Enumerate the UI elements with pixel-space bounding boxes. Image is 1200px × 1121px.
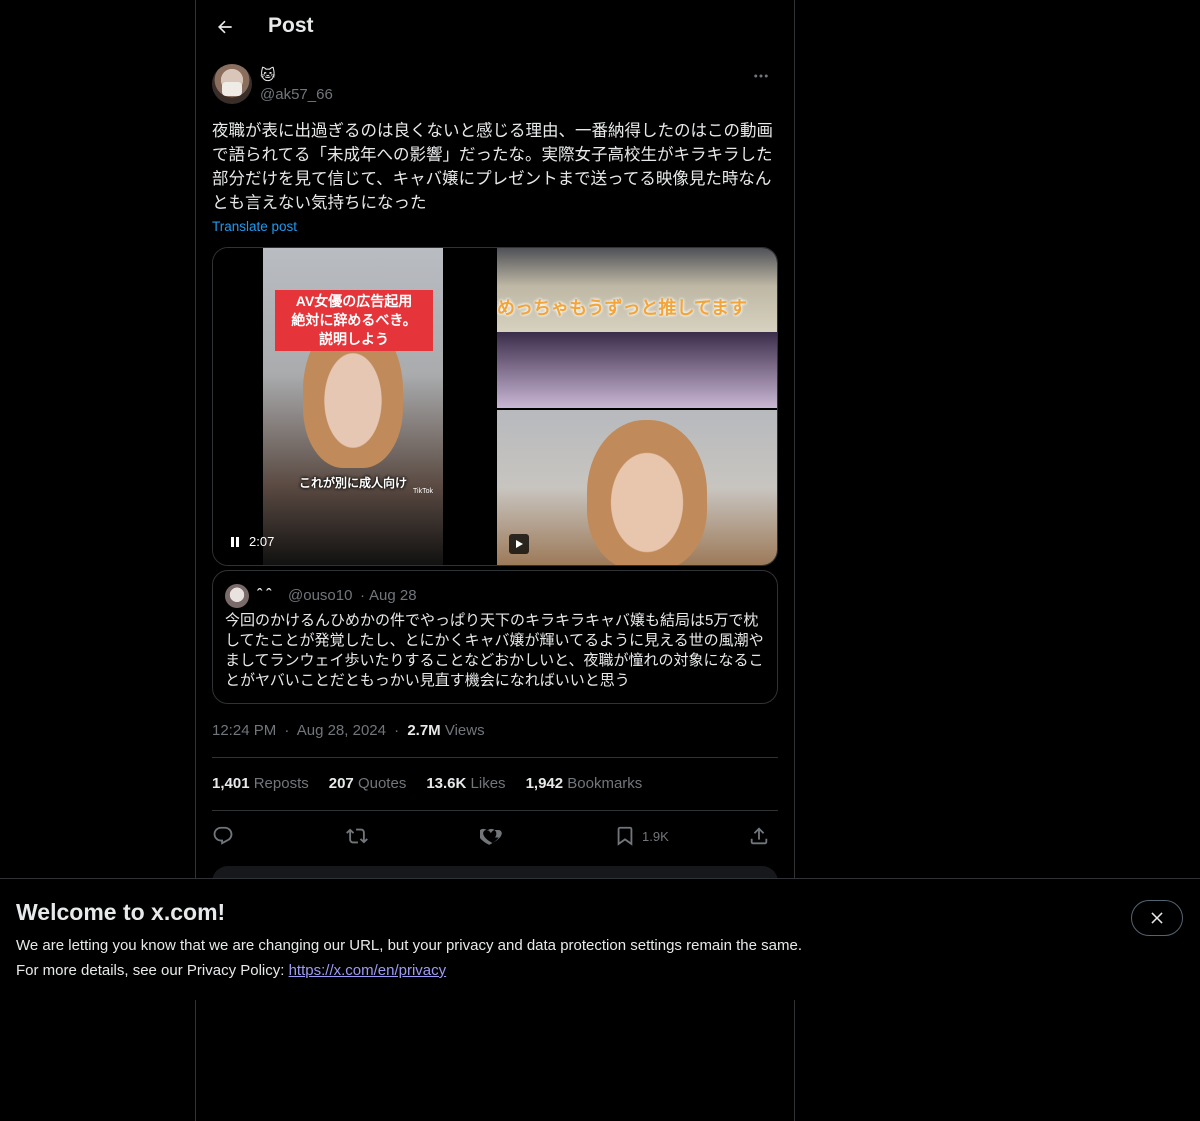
video-duration: 2:07 <box>249 534 275 549</box>
play-button[interactable] <box>509 534 529 554</box>
views-label: Views <box>444 722 485 739</box>
banner-privacy-prefix: For more details, see our Privacy Policy… <box>16 962 289 979</box>
reposts-stat[interactable]: 1,401 Reposts <box>212 775 309 792</box>
action-bar: 1.9K <box>212 822 778 850</box>
avatar[interactable] <box>212 64 252 104</box>
video-right[interactable]: めっちゃもうずっと推してます <box>497 248 777 565</box>
share-icon <box>750 827 768 845</box>
close-icon <box>1151 912 1163 924</box>
like-icon <box>480 828 502 845</box>
quoted-date: Aug 28 <box>369 587 417 604</box>
quoted-separator: · <box>360 587 365 604</box>
reply-button[interactable] <box>212 822 234 850</box>
back-arrow-icon <box>218 20 232 34</box>
quoted-text: 今回のかけるんひめかの件でやっぱり天下のキラキラキャバ嬢も結局は5万で枕してたこ… <box>225 612 764 689</box>
banner-message: We are letting you know that we are chan… <box>16 937 802 954</box>
pause-icon[interactable] <box>229 536 241 548</box>
quotes-stat[interactable]: 207 Quotes <box>329 775 407 792</box>
meta-separator: · <box>284 722 290 739</box>
translate-post-link[interactable]: Translate post <box>212 219 297 234</box>
welcome-banner: Welcome to x.com! We are letting you kno… <box>0 878 1200 1000</box>
back-button[interactable] <box>210 12 240 42</box>
author-handle[interactable]: @ak57_66 <box>260 86 333 103</box>
author-display-name[interactable]: 🐱 <box>260 66 276 84</box>
video-controls[interactable]: 2:07 <box>229 534 274 549</box>
post-time[interactable]: 12:24 PM <box>212 722 276 739</box>
post-text: 夜職が表に出過ぎるのは良くないと感じる理由、一番納得したのはこの動画で語られてる… <box>212 122 773 212</box>
top-bar: Post <box>196 0 794 53</box>
bookmark-button[interactable]: 1.9K <box>614 822 669 850</box>
quoted-display-name: ˆ ˆ <box>257 586 272 603</box>
video-left[interactable]: AV女優の広告起用 絶対に辞めるべき。 説明しよう これが別に成人向け TikT… <box>213 248 495 565</box>
bookmark-count: 1.9K <box>642 828 669 844</box>
likes-stat[interactable]: 13.6K Likes <box>426 775 505 792</box>
post-author: 🐱 @ak57_66 <box>212 64 778 108</box>
banner-title: Welcome to x.com! <box>16 899 226 925</box>
clip-banner-text: めっちゃもうずっと推してます <box>497 298 748 318</box>
clip-bottom <box>497 410 777 565</box>
quoted-post[interactable]: ˆ ˆ @ouso10 · Aug 28 今回のかけるんひめかの件でやっぱり天下… <box>212 570 778 704</box>
meta-separator: · <box>394 722 400 739</box>
post-stats: 1,401 Reposts 207 Quotes 13.6K Likes 1,9… <box>212 775 642 792</box>
video-frame: AV女優の広告起用 絶対に辞めるべき。 説明しよう これが別に成人向け TikT… <box>263 248 443 565</box>
reply-icon <box>213 826 233 845</box>
page-title: Post <box>268 14 314 37</box>
bookmarks-stat: 1,942 Bookmarks <box>525 775 643 792</box>
privacy-policy-link[interactable]: https://x.com/en/privacy <box>289 962 447 979</box>
quoted-handle: @ouso10 <box>288 587 353 604</box>
repost-button[interactable] <box>346 822 368 850</box>
views-count: 2.7M <box>407 722 441 739</box>
post-media[interactable]: AV女優の広告起用 絶対に辞めるべき。 説明しよう これが別に成人向け TikT… <box>212 247 778 566</box>
play-icon <box>516 540 523 548</box>
repost-icon <box>346 828 368 844</box>
banner-privacy-line: For more details, see our Privacy Policy… <box>16 962 446 979</box>
quoted-avatar[interactable] <box>225 584 249 608</box>
divider <box>212 757 778 758</box>
bookmark-icon <box>617 826 633 846</box>
like-button[interactable] <box>480 822 502 850</box>
person-face-closeup <box>587 420 707 565</box>
more-button[interactable] <box>744 64 778 88</box>
share-button[interactable] <box>748 822 770 850</box>
post-meta: 12:24 PM · Aug 28, 2024 · 2.7M Views <box>212 722 485 739</box>
post-date[interactable]: Aug 28, 2024 <box>297 722 386 739</box>
close-banner-button[interactable] <box>1131 900 1183 936</box>
video-caption: AV女優の広告起用 絶対に辞めるべき。 説明しよう <box>275 290 433 351</box>
divider <box>212 810 778 811</box>
clip-middle <box>497 332 777 408</box>
more-icon <box>754 74 768 78</box>
tiktok-watermark: TikTok <box>413 488 433 495</box>
